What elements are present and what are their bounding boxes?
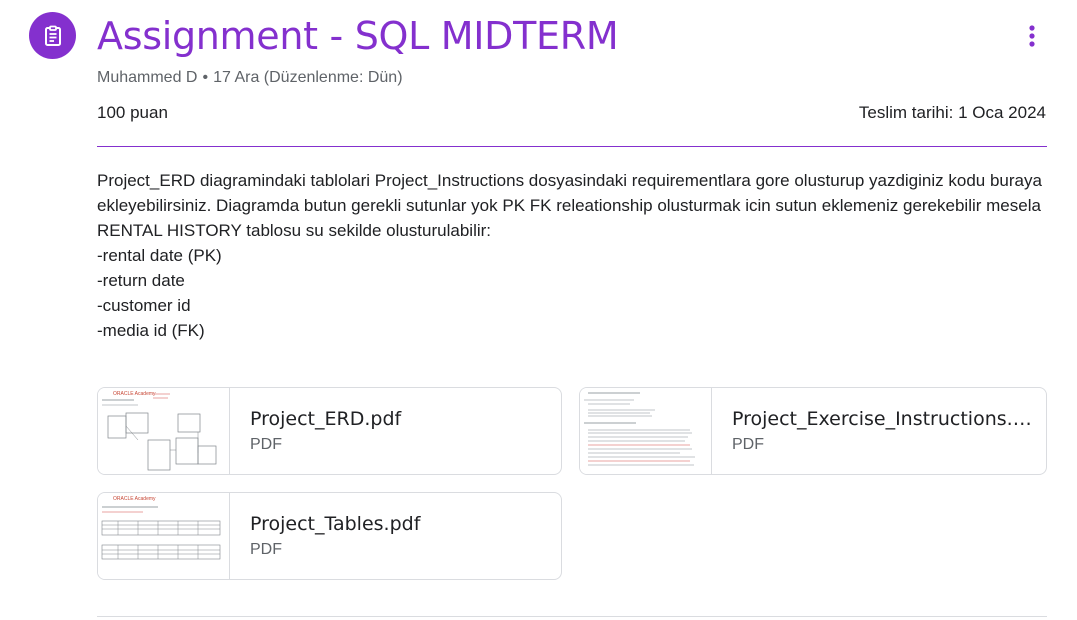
assignment-icon [29, 12, 76, 59]
due-date: Teslim tarihi: 1 Oca 2024 [858, 103, 1046, 122]
attachment-card[interactable]: ORACLE Academy Project_ERD.pdf PDF [97, 387, 562, 475]
svg-text:ORACLE Academy: ORACLE Academy [113, 496, 156, 502]
assignment-meta: Muhammed D • 17 Ara (Düzenlenme: Dün) [97, 69, 403, 87]
attachment-name: Project_Tables.pdf [250, 513, 421, 535]
attachment-type: PDF [250, 541, 282, 558]
more-vert-icon [1029, 25, 1035, 47]
description-line: -rental date (PK) [97, 246, 222, 265]
attachment-name: Project_Exercise_Instructions.pdf [732, 408, 1032, 430]
attachment-card[interactable]: ORACLE Academy Project_Tables.pdf PDF [97, 492, 562, 580]
points-label: 100 puan [97, 103, 168, 122]
author-name: Muhammed D [97, 69, 198, 86]
header-divider [97, 146, 1047, 147]
attachment-card[interactable]: Project_Exercise_Instructions.pdf PDF [579, 387, 1047, 475]
description-line: -media id (FK) [97, 321, 205, 340]
assignment-description: Project_ERD diagramindaki tablolari Proj… [97, 168, 1047, 343]
description-line: Project_ERD diagramindaki tablolari Proj… [97, 171, 1042, 215]
more-options-button[interactable] [1014, 18, 1050, 54]
meta-separator: • [202, 69, 209, 86]
attachment-type: PDF [732, 436, 764, 453]
post-date: 17 Ara (Düzenlenme: Dün) [213, 69, 403, 86]
attachment-name: Project_ERD.pdf [250, 408, 402, 430]
attachment-type: PDF [250, 436, 282, 453]
attachment-thumbnail [580, 388, 712, 474]
attachment-thumbnail: ORACLE Academy [98, 493, 230, 579]
description-line: -customer id [97, 296, 191, 315]
description-line: RENTAL HISTORY tablosu su sekilde olustu… [97, 221, 492, 240]
footer-divider [97, 616, 1047, 617]
description-line: -return date [97, 271, 185, 290]
attachment-thumbnail: ORACLE Academy [98, 388, 230, 474]
page-title: Assignment - SQL MIDTERM [97, 14, 619, 58]
svg-text:ORACLE Academy: ORACLE Academy [113, 391, 156, 397]
